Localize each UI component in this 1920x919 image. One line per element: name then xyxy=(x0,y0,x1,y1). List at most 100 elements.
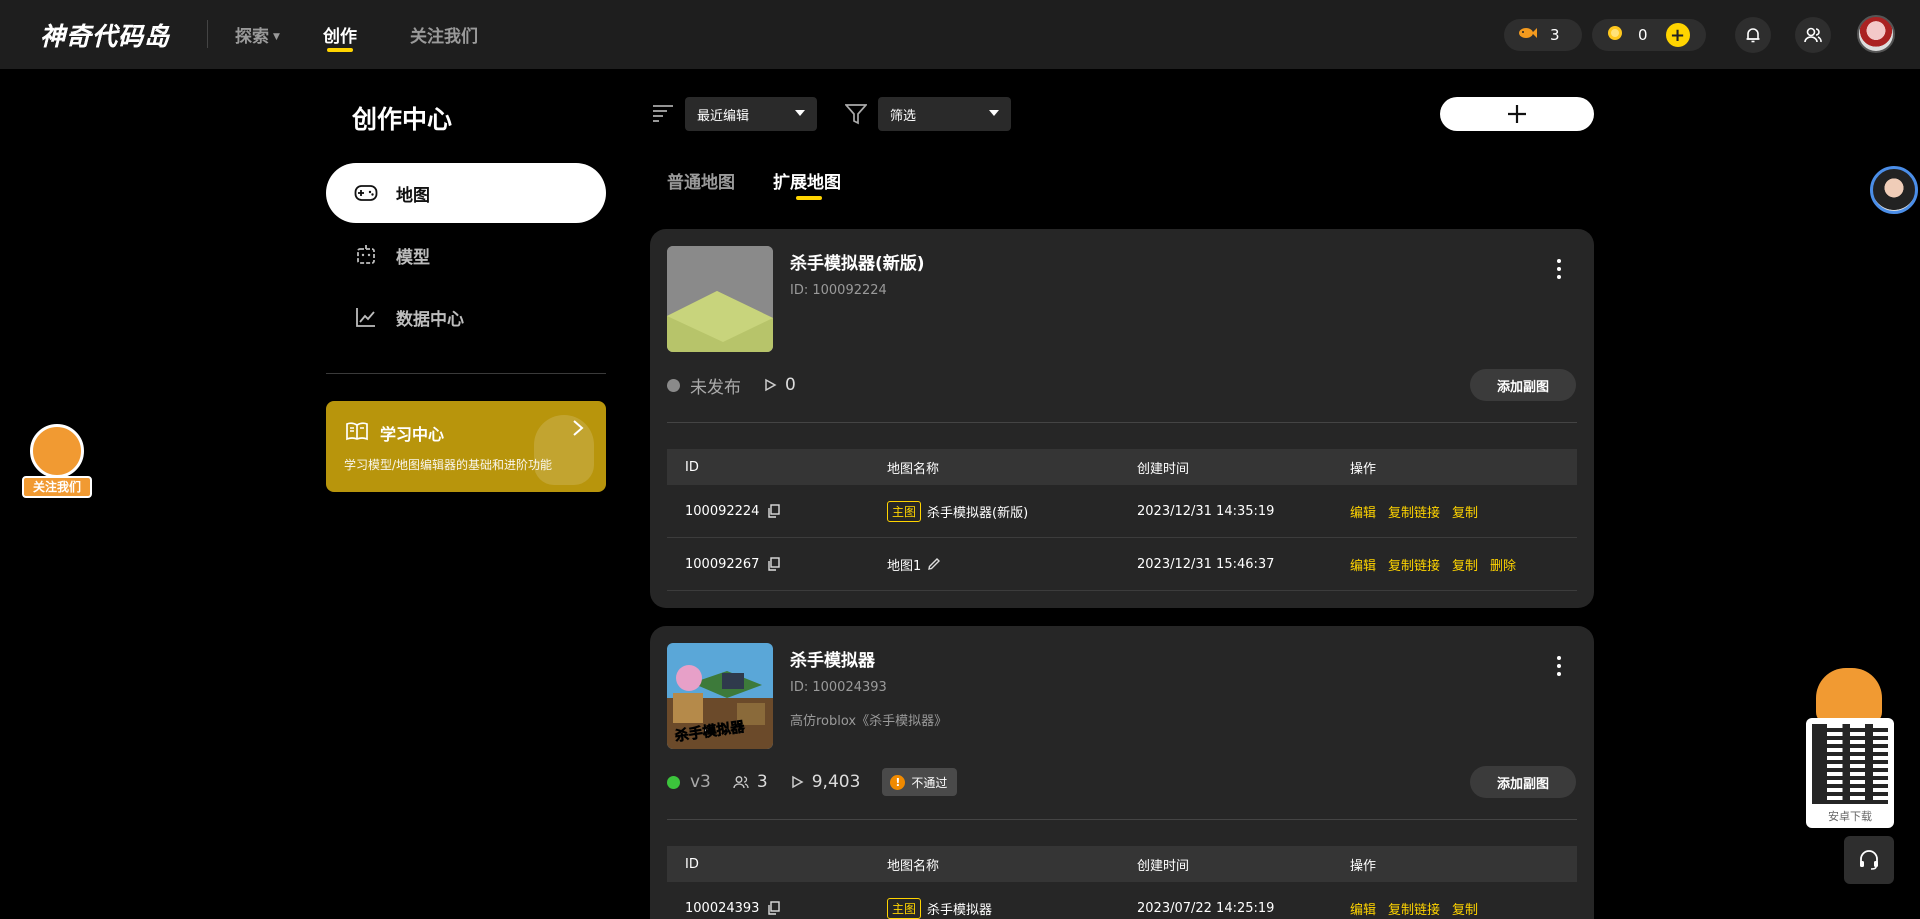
copy-link[interactable]: 复制 xyxy=(1452,555,1478,574)
copy-link-link[interactable]: 复制链接 xyxy=(1388,899,1440,918)
nav-active-indicator xyxy=(327,48,353,52)
nav-explore[interactable]: 探索 ▼ xyxy=(235,22,280,47)
add-sub-map-button[interactable]: 添加副图 xyxy=(1470,766,1576,798)
learning-center-title: 学习中心 xyxy=(380,425,445,444)
nav-create[interactable]: 创作 xyxy=(323,22,357,47)
page-title: 创作中心 xyxy=(352,105,453,134)
customer-support-button[interactable] xyxy=(1844,836,1894,884)
tab-active-indicator xyxy=(796,196,822,200)
more-options-icon[interactable] xyxy=(1556,656,1562,676)
map-description: 高仿roblox《杀手模拟器》 xyxy=(790,714,948,729)
follow-us-label: 关注我们 xyxy=(22,476,92,498)
coin-count: 0 xyxy=(1638,26,1648,44)
sort-select[interactable]: 最近编辑 xyxy=(685,97,817,131)
plus-icon xyxy=(1508,105,1526,123)
game-cover-image: 杀手模拟器 xyxy=(667,643,773,749)
nav-follow-us[interactable]: 关注我们 xyxy=(410,22,478,47)
learning-center-subtitle: 学习模型/地图编辑器的基础和进阶功能 xyxy=(344,458,553,472)
filter-icon xyxy=(844,103,868,129)
map-thumbnail[interactable] xyxy=(667,246,773,352)
col-ops: 操作 xyxy=(1350,858,1377,874)
sidebar-item-label: 数据中心 xyxy=(396,309,464,330)
status-dot xyxy=(667,378,680,392)
nav-divider xyxy=(207,20,208,48)
map-card: 杀手模拟器 杀手模拟器 ID: 100024393 高仿roblox《杀手模拟器… xyxy=(650,626,1594,919)
table-header: ID 地图名称 创建时间 操作 xyxy=(667,846,1577,882)
bell-icon xyxy=(1746,28,1760,43)
create-map-button[interactable] xyxy=(1440,97,1594,131)
edit-link[interactable]: 编辑 xyxy=(1350,502,1376,521)
assistant-avatar[interactable] xyxy=(1870,166,1918,214)
edit-link[interactable]: 编辑 xyxy=(1350,555,1376,574)
follow-us-widget[interactable]: 关注我们 xyxy=(22,420,92,500)
book-icon xyxy=(346,421,368,445)
sidebar-item-label: 地图 xyxy=(396,185,430,206)
more-options-icon[interactable] xyxy=(1556,259,1562,279)
publish-status: 未发布 xyxy=(690,377,741,398)
tab-normal-map[interactable]: 普通地图 xyxy=(667,168,735,193)
row-id: 100092267 xyxy=(685,556,760,572)
gamepad-icon xyxy=(354,181,378,205)
col-name: 地图名称 xyxy=(887,461,940,477)
copy-link[interactable]: 复制 xyxy=(1452,502,1478,521)
copy-icon[interactable] xyxy=(767,901,781,915)
nav-create-label: 创作 xyxy=(323,27,357,47)
delete-link[interactable]: 删除 xyxy=(1490,555,1516,574)
fish-count: 3 xyxy=(1550,26,1560,44)
rename-pencil-icon[interactable] xyxy=(927,557,941,571)
table-row: 100092267 地图1 2023/12/31 15:46:37 编辑 复制链… xyxy=(667,538,1577,591)
learning-center-card[interactable]: 学习中心 学习模型/地图编辑器的基础和进阶功能 xyxy=(326,401,606,492)
chevron-right-icon xyxy=(572,419,584,441)
map-title[interactable]: 杀手模拟器 xyxy=(790,646,875,671)
nav-explore-label: 探索 xyxy=(235,27,269,47)
caret-down-icon xyxy=(795,110,805,116)
sidebar-item-map[interactable]: 地图 xyxy=(326,163,606,223)
card-divider xyxy=(667,422,1577,423)
caret-down-icon xyxy=(989,110,999,116)
fish-icon xyxy=(1516,26,1538,44)
col-id: ID xyxy=(685,856,699,872)
sidebar-item-model[interactable]: 模型 xyxy=(326,225,606,285)
site-logo[interactable]: 神奇代码岛 xyxy=(40,17,170,53)
col-id: ID xyxy=(685,459,699,475)
sidebar-item-data-center[interactable]: 数据中心 xyxy=(326,287,606,347)
tab-extended-map[interactable]: 扩展地图 xyxy=(773,168,841,193)
row-name: 杀手模拟器(新版) xyxy=(927,505,1029,521)
friends-button[interactable] xyxy=(1795,17,1831,53)
play-icon xyxy=(790,775,804,789)
filter-select[interactable]: 筛选 xyxy=(878,97,1011,131)
copy-icon[interactable] xyxy=(767,504,781,518)
edit-link[interactable]: 编辑 xyxy=(1350,899,1376,918)
users-icon xyxy=(1804,27,1822,43)
map-title[interactable]: 杀手模拟器(新版) xyxy=(790,249,925,274)
sub-map-table: ID 地图名称 创建时间 操作 100092224 主图 杀手模拟器(新版) 20… xyxy=(667,449,1577,591)
notification-button[interactable] xyxy=(1735,17,1771,53)
copy-icon[interactable] xyxy=(767,557,781,571)
map-stats: 未发布 0 xyxy=(667,373,818,398)
coin-icon xyxy=(1604,24,1626,46)
row-created: 2023/12/31 15:46:37 xyxy=(1137,556,1275,572)
review-status-badge[interactable]: ! 不通过 xyxy=(882,768,958,796)
coin-currency[interactable]: 0 + xyxy=(1592,19,1706,51)
map-thumbnail[interactable]: 杀手模拟器 xyxy=(667,643,773,749)
map-card: 杀手模拟器(新版) ID: 100092224 未发布 0 添加副图 ID 地图… xyxy=(650,229,1594,608)
add-sub-map-button[interactable]: 添加副图 xyxy=(1470,369,1576,401)
recharge-plus-icon[interactable]: + xyxy=(1665,23,1690,47)
map-stats: v3 3 9,403 ! 不通过 xyxy=(667,768,958,796)
tiger-mascot-icon xyxy=(1816,668,1882,724)
copy-link[interactable]: 复制 xyxy=(1452,899,1478,918)
headset-icon xyxy=(1860,850,1878,870)
row-name: 杀手模拟器 xyxy=(927,902,993,918)
main-map-tag: 主图 xyxy=(887,897,922,919)
row-created: 2023/12/31 14:35:19 xyxy=(1137,503,1275,519)
copy-link-link[interactable]: 复制链接 xyxy=(1388,555,1440,574)
fish-currency[interactable]: 3 xyxy=(1504,19,1582,51)
row-name: 地图1 xyxy=(887,558,922,574)
row-created: 2023/07/22 14:25:19 xyxy=(1137,900,1275,916)
user-avatar[interactable] xyxy=(1857,15,1895,53)
android-download-qr[interactable]: 安卓下载 xyxy=(1806,718,1894,828)
table-row: 100092224 主图 杀手模拟器(新版) 2023/12/31 14:35:1… xyxy=(667,485,1577,538)
col-created: 创建时间 xyxy=(1137,858,1190,874)
copy-link-link[interactable]: 复制链接 xyxy=(1388,502,1440,521)
table-row: 100024393 主图 杀手模拟器 2023/07/22 14:25:19 编辑… xyxy=(667,882,1577,919)
